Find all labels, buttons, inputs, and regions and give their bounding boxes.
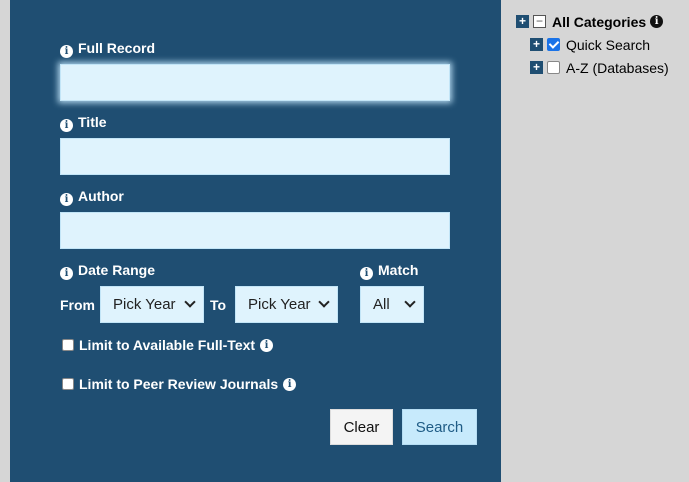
chevron-down-icon: [318, 296, 330, 308]
to-label: To: [210, 297, 227, 313]
match-select[interactable]: All: [360, 286, 424, 323]
to-year-value: Pick Year: [248, 296, 311, 313]
quick-search-label: Quick Search: [566, 36, 651, 53]
peer-review-label: Limit to Peer Review Journals: [79, 376, 279, 392]
author-label: i Author: [60, 188, 124, 206]
full-text-label: Limit to Available Full-Text: [79, 337, 256, 353]
info-icon[interactable]: i: [360, 267, 373, 280]
date-range-label: i Date Range: [60, 262, 155, 280]
match-label-text: Match: [378, 262, 419, 278]
expand-icon[interactable]: +: [530, 38, 543, 51]
category-root-row: + − All Categories i: [516, 10, 669, 33]
category-item-a-z-databases: + A-Z (Databases): [516, 56, 669, 79]
author-label-text: Author: [78, 188, 124, 204]
title-label-text: Title: [78, 114, 107, 130]
info-icon[interactable]: i: [60, 119, 73, 132]
expand-icon[interactable]: +: [530, 61, 543, 74]
full-record-input[interactable]: [60, 64, 450, 101]
from-year-select[interactable]: Pick Year: [100, 286, 204, 323]
quick-search-checkbox[interactable]: [547, 38, 560, 51]
clear-button[interactable]: Clear: [330, 409, 393, 445]
collapse-icon[interactable]: −: [533, 15, 546, 28]
from-year-value: Pick Year: [113, 296, 176, 313]
peer-review-checkbox[interactable]: [62, 378, 74, 390]
search-panel: i Full Record i Title i Author i Date Range …: [10, 0, 501, 482]
from-label: From: [60, 297, 95, 313]
match-value: All: [373, 296, 390, 313]
chevron-down-icon: [184, 296, 196, 308]
full-text-checkbox-row[interactable]: Limit to Available Full-Text i: [62, 337, 274, 353]
info-icon[interactable]: i: [60, 193, 73, 206]
full-text-checkbox[interactable]: [62, 339, 74, 351]
author-input[interactable]: [60, 212, 450, 249]
full-record-label-text: Full Record: [78, 40, 156, 56]
search-button[interactable]: Search: [402, 409, 477, 445]
date-range-label-text: Date Range: [78, 262, 156, 278]
info-icon[interactable]: i: [60, 45, 73, 58]
all-categories-label: All Categories: [552, 13, 647, 30]
category-item-quick-search: + Quick Search: [516, 33, 669, 56]
match-label: i Match: [360, 262, 418, 280]
a-z-databases-checkbox[interactable]: [547, 61, 560, 74]
title-input[interactable]: [60, 138, 450, 175]
info-icon[interactable]: i: [260, 338, 274, 352]
to-year-select[interactable]: Pick Year: [235, 286, 338, 323]
category-tree: + − All Categories i + Quick Search + A-…: [516, 10, 669, 79]
full-record-label: i Full Record: [60, 40, 155, 58]
info-icon[interactable]: i: [283, 377, 297, 391]
expand-icon[interactable]: +: [516, 15, 529, 28]
peer-review-checkbox-row[interactable]: Limit to Peer Review Journals i: [62, 376, 297, 392]
info-icon[interactable]: i: [650, 15, 664, 28]
a-z-databases-label: A-Z (Databases): [566, 59, 669, 76]
title-label: i Title: [60, 114, 107, 132]
chevron-down-icon: [404, 296, 416, 308]
info-icon[interactable]: i: [60, 267, 73, 280]
